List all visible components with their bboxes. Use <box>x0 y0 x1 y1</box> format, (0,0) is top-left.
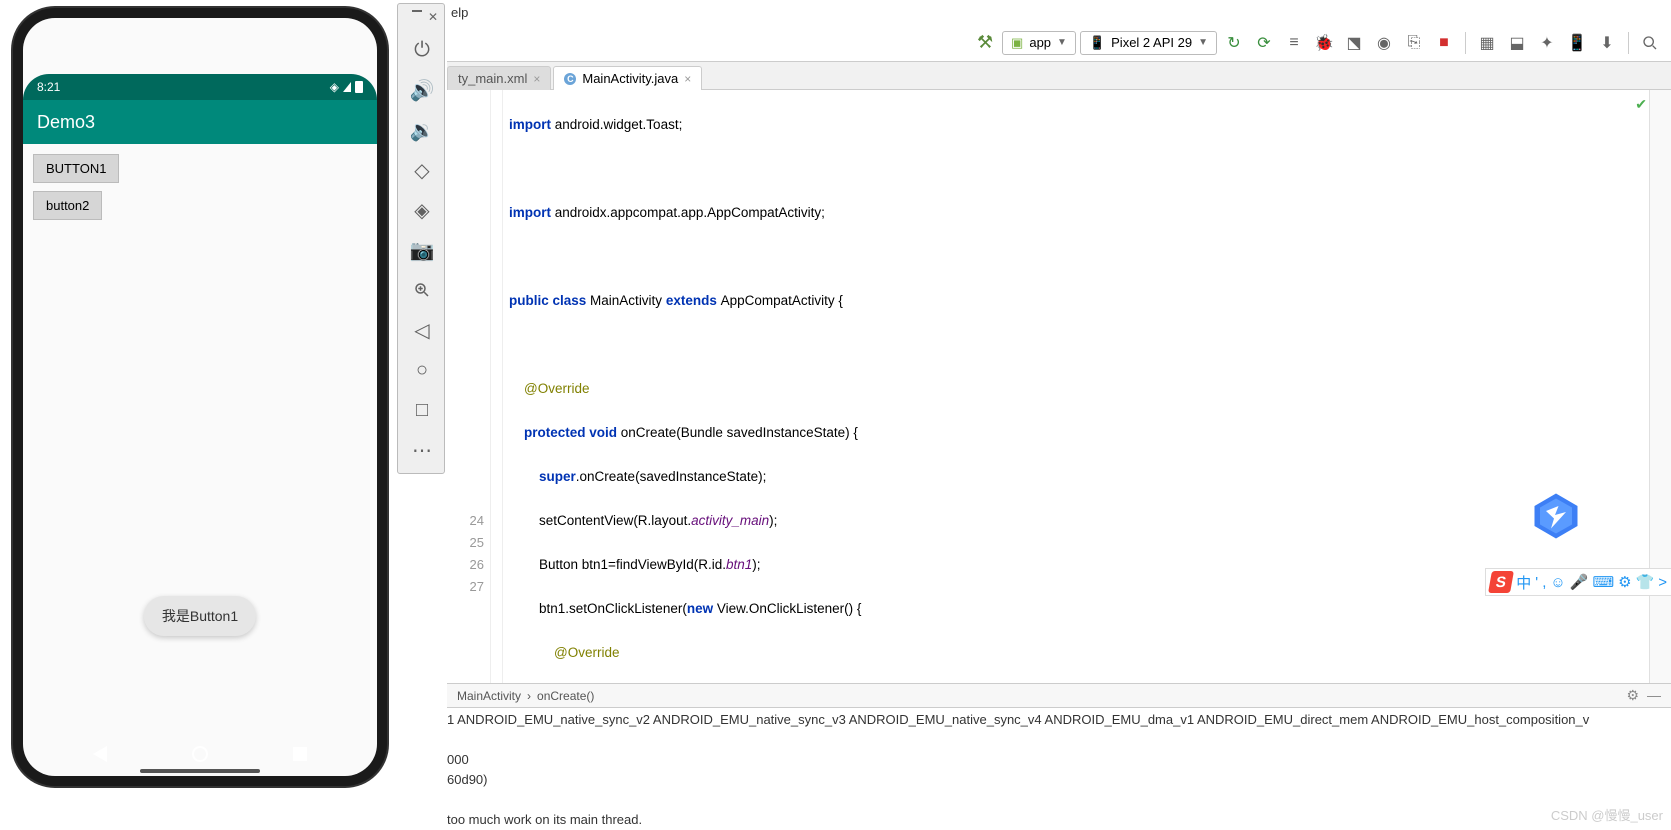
android-nav-bar <box>50 746 350 762</box>
analysis-ok-icon[interactable]: ✔ <box>1635 96 1647 113</box>
editor-breadcrumb[interactable]: MainActivity › onCreate() ⚙ — <box>447 683 1671 707</box>
run-config-dropdown[interactable]: ▣ app ▼ <box>1002 31 1076 55</box>
rotate-left-icon[interactable]: ◇ <box>398 150 446 190</box>
tab-label: ty_main.xml <box>458 71 527 86</box>
android-icon: ▣ <box>1011 35 1023 51</box>
overview-icon[interactable]: □ <box>398 390 446 430</box>
ime-lang-icon[interactable]: 中 <box>1516 572 1531 593</box>
app-title: Demo3 <box>37 112 95 133</box>
logcat-console[interactable]: 1 ANDROID_EMU_native_sync_v2 ANDROID_EMU… <box>447 707 1671 830</box>
device-manager-icon[interactable]: 📱 <box>1564 30 1590 56</box>
breadcrumb-method[interactable]: onCreate() <box>537 689 594 703</box>
ime-voice-icon[interactable]: 🎤 <box>1570 573 1589 591</box>
profile-icon[interactable]: ◉ <box>1371 30 1397 56</box>
camera-icon[interactable]: 📷 <box>398 230 446 270</box>
chevron-down-icon: ▼ <box>1198 37 1208 48</box>
run-icon[interactable]: ↻ <box>1221 30 1247 56</box>
ime-settings-icon[interactable]: ⚙ <box>1618 573 1631 591</box>
sdk-manager-icon[interactable]: ⬓ <box>1504 30 1530 56</box>
search-icon[interactable] <box>1637 30 1663 56</box>
device-label: Pixel 2 API 29 <box>1111 35 1192 50</box>
ime-keyboard-icon[interactable]: ⌨ <box>1592 573 1614 591</box>
minimize-panel-icon[interactable]: — <box>1647 687 1661 704</box>
close-icon[interactable]: × <box>533 72 540 86</box>
emulator-toolbar: ✕ ⏻ 🔊 🔉 ◇ ◈ 📷 ◁ ○ □ ⋯ <box>397 3 445 474</box>
power-icon[interactable]: ⏻ <box>398 30 446 70</box>
menu-bar[interactable]: elp <box>447 0 1671 24</box>
phone-icon: 📱 <box>1089 35 1105 51</box>
sogou-icon[interactable]: S <box>1488 571 1514 593</box>
avd-manager-icon[interactable]: ▦ <box>1474 30 1500 56</box>
button2[interactable]: button2 <box>33 191 102 220</box>
console-line: 60d90) <box>447 770 1671 790</box>
ime-punct-icon[interactable]: ' , <box>1535 574 1546 591</box>
back-icon[interactable]: ◁ <box>398 310 446 350</box>
build-icon[interactable]: ⚒ <box>972 30 998 56</box>
java-class-icon: C <box>564 73 576 85</box>
editor-tabs: ty_main.xml × C MainActivity.java × <box>447 62 1671 90</box>
device-dropdown[interactable]: 📱 Pixel 2 API 29 ▼ <box>1080 31 1217 55</box>
app-content: BUTTON1 button2 <box>23 144 377 238</box>
battery-icon <box>355 81 363 93</box>
close-icon[interactable]: ✕ <box>428 10 438 24</box>
watermark: CSDN @慢慢_user <box>1551 805 1663 824</box>
thunder-app-icon[interactable] <box>1531 488 1581 544</box>
run-config-label: app <box>1029 35 1051 50</box>
ide-toolbar: ⚒ ▣ app ▼ 📱 Pixel 2 API 29 ▼ ↻ ⟳ ≡ 🐞 ⬔ ◉… <box>447 24 1671 62</box>
ime-skin-icon[interactable]: 👕 <box>1636 573 1655 591</box>
breadcrumb-class[interactable]: MainActivity <box>457 689 521 703</box>
attach-debugger-icon[interactable]: ⎘ <box>1401 30 1427 56</box>
phone-screen: 8:21 ◈ Demo3 BUTTON1 button2 我是Button1 <box>23 18 377 776</box>
fold-gutter[interactable] <box>491 90 503 683</box>
wifi-icon: ◈ <box>330 80 339 94</box>
console-line: 1 ANDROID_EMU_native_sync_v2 ANDROID_EMU… <box>447 710 1671 730</box>
resource-manager-icon[interactable]: ✦ <box>1534 30 1560 56</box>
nav-recent-button[interactable] <box>293 747 307 761</box>
minimize-icon[interactable] <box>412 10 422 12</box>
more-icon[interactable]: ⋯ <box>398 430 446 470</box>
chevron-down-icon: ▼ <box>1057 37 1067 48</box>
gear-icon[interactable]: ⚙ <box>1626 687 1639 704</box>
home-indicator <box>140 769 260 773</box>
activity-restart-icon[interactable]: ≡ <box>1281 30 1307 56</box>
tab-activity-main-xml[interactable]: ty_main.xml × <box>447 66 551 90</box>
sync-icon[interactable]: ⬇ <box>1594 30 1620 56</box>
console-line: 000 <box>447 750 1671 770</box>
nav-back-button[interactable] <box>93 746 107 762</box>
ime-expand-icon[interactable]: > <box>1658 574 1667 591</box>
nav-home-button[interactable] <box>192 746 208 762</box>
toast-message: 我是Button1 <box>144 596 256 636</box>
status-time: 8:21 <box>37 80 60 94</box>
breadcrumb-separator: › <box>527 689 531 703</box>
tab-main-activity-java[interactable]: C MainActivity.java × <box>553 66 702 90</box>
status-icons: ◈ <box>330 80 363 94</box>
volume-up-icon[interactable]: 🔊 <box>398 70 446 110</box>
volume-down-icon[interactable]: 🔉 <box>398 110 446 150</box>
zoom-icon[interactable] <box>398 270 446 310</box>
app-title-bar: Demo3 <box>23 100 377 144</box>
close-icon[interactable]: × <box>684 72 691 86</box>
console-line: too much work on its main thread. <box>447 810 1671 830</box>
ime-toolbar[interactable]: S 中 ' , ☺ 🎤 ⌨ ⚙ 👕 > <box>1485 568 1671 596</box>
apply-changes-icon[interactable]: ⟳ <box>1251 30 1277 56</box>
android-status-bar: 8:21 ◈ <box>23 74 377 100</box>
menu-help[interactable]: elp <box>451 5 468 20</box>
ime-emoji-icon[interactable]: ☺ <box>1550 574 1565 591</box>
ide-window: elp ⚒ ▣ app ▼ 📱 Pixel 2 API 29 ▼ ↻ ⟳ ≡ 🐞… <box>447 0 1671 830</box>
line-number-gutter: 24252627 <box>447 90 491 683</box>
emulator-phone-frame: 8:21 ◈ Demo3 BUTTON1 button2 我是Button1 <box>13 8 387 786</box>
debug-icon[interactable]: 🐞 <box>1311 30 1337 56</box>
tab-label: MainActivity.java <box>582 71 678 86</box>
rotate-right-icon[interactable]: ◈ <box>398 190 446 230</box>
coverage-icon[interactable]: ⬔ <box>1341 30 1367 56</box>
signal-icon <box>343 82 351 92</box>
home-icon[interactable]: ○ <box>398 350 446 390</box>
stop-icon[interactable]: ■ <box>1431 30 1457 56</box>
button1[interactable]: BUTTON1 <box>33 154 119 183</box>
